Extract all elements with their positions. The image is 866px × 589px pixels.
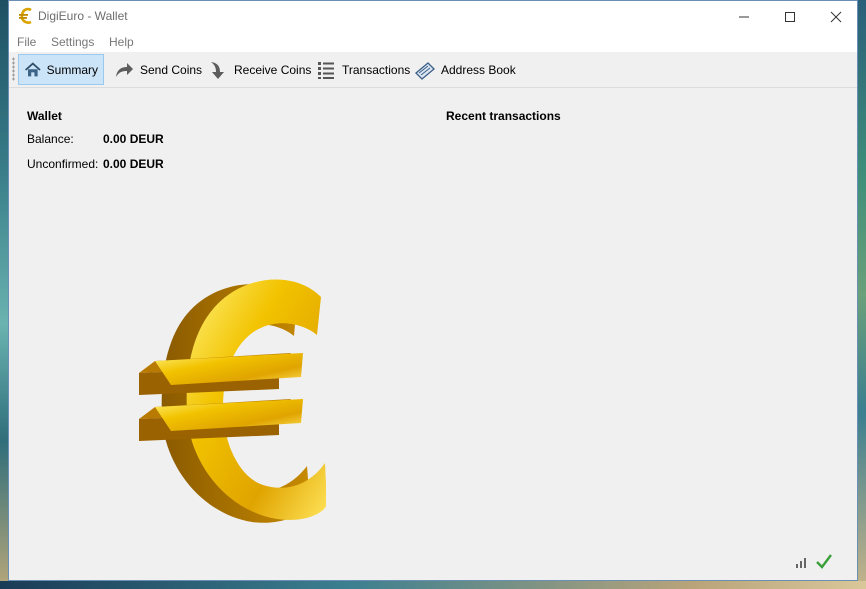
address-book-button[interactable]: Address Book xyxy=(409,54,521,85)
balance-label: Balance: xyxy=(27,132,74,146)
summary-label: Summary xyxy=(46,62,98,77)
menu-bar: File Settings Help xyxy=(9,32,857,52)
desktop-background-bottom xyxy=(0,581,866,589)
wallet-heading: Wallet xyxy=(27,109,62,123)
minimize-icon xyxy=(739,16,749,17)
synced-checkmark-icon xyxy=(816,554,832,569)
toolbar: Summary Send Coins Receive Coins Transac… xyxy=(9,52,857,88)
receive-coins-label: Receive Coins xyxy=(234,62,312,77)
euro-logo-image xyxy=(139,279,326,523)
transactions-label: Transactions xyxy=(342,62,411,77)
maximize-button[interactable] xyxy=(767,1,813,32)
balance-value: 0.00 DEUR xyxy=(103,132,164,146)
title-bar[interactable]: DigiEuro - Wallet xyxy=(9,1,857,32)
close-button[interactable] xyxy=(813,1,859,32)
desktop-background-left xyxy=(0,0,8,589)
send-coins-label: Send Coins xyxy=(140,62,203,77)
maximize-icon xyxy=(785,11,795,22)
address-book-icon xyxy=(415,61,435,80)
unconfirmed-value: 0.00 DEUR xyxy=(103,157,164,171)
menu-file[interactable]: File xyxy=(17,35,36,49)
app-euro-icon xyxy=(19,7,32,24)
send-arrow-icon xyxy=(116,62,133,77)
toolbar-grip[interactable] xyxy=(12,57,15,81)
desktop-background-right xyxy=(858,0,866,589)
send-coins-button[interactable]: Send Coins xyxy=(108,54,207,85)
menu-help[interactable]: Help xyxy=(109,35,134,49)
address-book-label: Address Book xyxy=(441,62,516,77)
window-title: DigiEuro - Wallet xyxy=(38,9,128,23)
wallet-window: DigiEuro - Wallet File Settings Help Sum… xyxy=(8,0,858,581)
recent-transactions-heading: Recent transactions xyxy=(446,109,561,123)
signal-bars-icon xyxy=(796,558,806,568)
receive-coins-button[interactable]: Receive Coins xyxy=(202,54,316,85)
overview-page: Wallet Balance: 0.00 DEUR Unconfirmed: 0… xyxy=(9,88,857,581)
list-icon xyxy=(318,61,334,79)
menu-settings[interactable]: Settings xyxy=(51,35,94,49)
close-icon xyxy=(830,11,842,22)
transactions-button[interactable]: Transactions xyxy=(310,54,415,85)
receive-arrow-icon xyxy=(211,61,224,79)
unconfirmed-label: Unconfirmed: xyxy=(27,157,99,171)
summary-tab-button[interactable]: Summary xyxy=(18,54,104,85)
home-icon xyxy=(25,61,41,76)
minimize-button[interactable] xyxy=(721,1,767,32)
